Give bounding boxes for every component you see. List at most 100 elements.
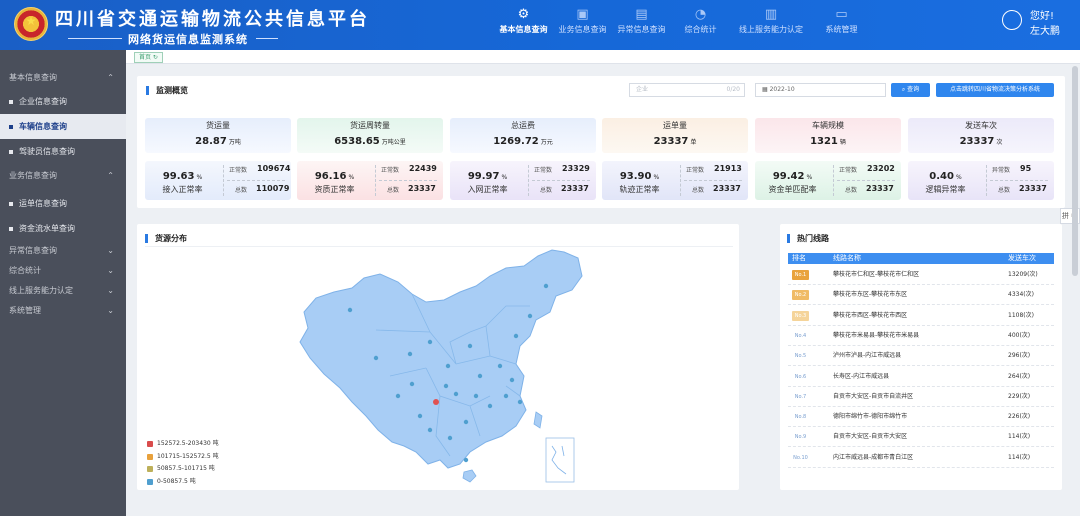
group-label: 线上服务能力认定 [9, 286, 73, 295]
nav-label: 异常信息查询 [617, 25, 666, 34]
sidebar-group-business[interactable]: 业务信息查询 ⌃ [0, 164, 126, 187]
province-marker[interactable] [543, 283, 549, 289]
province-marker[interactable] [409, 381, 415, 387]
sidebar-group-exception[interactable]: 异常信息查询 ⌄ [0, 241, 126, 261]
province-marker[interactable] [463, 457, 469, 463]
trip-count: 114(次) [1008, 453, 1031, 461]
sidebar-item-waybill[interactable]: 运单信息查询 [0, 191, 126, 216]
user-info[interactable]: 您好! 左大鹏 [1030, 9, 1060, 39]
divider [379, 180, 437, 181]
province-marker[interactable] [527, 313, 533, 319]
table-row[interactable]: No.6 长寿区-内江市威远县 264(次) [788, 367, 1054, 387]
group-label: 综合统计 [9, 266, 41, 275]
stat-label: 发送车次 [965, 121, 997, 130]
company-input[interactable]: 企业 0/20 [629, 83, 745, 97]
bullet-icon [9, 226, 13, 231]
table-row[interactable]: No.2 攀枝花市东区-攀枝花市东区 4334(次) [788, 285, 1054, 306]
table-row[interactable]: No.1 攀枝花市仁和区-攀枝花市仁和区 13209(次) [788, 265, 1054, 285]
rank-badge: No.6 [794, 373, 807, 380]
total-key: 总数 [387, 187, 400, 194]
nav-system-management[interactable]: ▭ 系统管理 [812, 6, 871, 35]
table-row[interactable]: No.9 自贡市大安区-自贡市大安区 114(次) [788, 427, 1054, 448]
exception-count-key: 异常数 [992, 167, 1011, 174]
nav-basic-info[interactable]: ⚙ 基本信息查询 [494, 6, 553, 35]
stat-number: 6538.65 [334, 136, 380, 147]
chevron-down-icon: ⌄ [107, 306, 114, 315]
pie-icon: ◔ [694, 7, 707, 22]
rate-label: 入网正常率 [467, 185, 508, 194]
table-row[interactable]: No.5 泸州市泸县-内江市威远县 296(次) [788, 346, 1054, 367]
query-label: 查询 [907, 86, 920, 93]
province-marker[interactable] [443, 383, 449, 389]
province-marker[interactable] [395, 393, 401, 399]
province-marker[interactable] [513, 333, 519, 339]
province-marker[interactable] [453, 391, 459, 397]
province-marker[interactable] [487, 403, 493, 409]
province-marker[interactable] [503, 393, 509, 399]
divider [833, 165, 834, 196]
normal-count-value: 109674 [257, 164, 291, 173]
rank-badge: No.3 [792, 310, 809, 321]
normal-count-key: 正常数 [381, 167, 400, 174]
nav-exception-info[interactable]: ▤ 异常信息查询 [612, 6, 671, 35]
sidebar-item-fund-flow[interactable]: 资金流水单查询 [0, 216, 126, 241]
sidebar-group-system[interactable]: 系统管理 ⌄ [0, 301, 126, 321]
province-marker[interactable] [447, 435, 453, 441]
province-marker[interactable] [497, 363, 503, 369]
province-marker[interactable] [373, 355, 379, 361]
tab-home[interactable]: 首页 ↻ [134, 52, 163, 63]
total-value: 23337 [1019, 184, 1047, 193]
user-avatar-icon[interactable] [1002, 10, 1022, 30]
province-marker[interactable] [427, 339, 433, 345]
nav-business-info[interactable]: ▣ 业务信息查询 [553, 6, 612, 35]
sidebar-group-statistics[interactable]: 综合统计 ⌄ [0, 261, 126, 281]
page-scrollbar[interactable] [1072, 66, 1078, 276]
sidebar-item-vehicle[interactable]: 车辆信息查询 [0, 114, 126, 139]
province-marker[interactable] [347, 307, 353, 313]
table-row[interactable]: No.7 自贡市大安区-自贡市自流井区 229(次) [788, 387, 1054, 407]
platform-title: 四川省交通运输物流公共信息平台 [55, 9, 370, 30]
stat-unit: 次 [996, 139, 1003, 146]
province-marker[interactable] [407, 351, 413, 357]
query-button[interactable]: ⌕ 查询 [891, 83, 930, 97]
route-name: 攀枝花市西区-攀枝花市西区 [833, 311, 908, 319]
china-map-shape[interactable] [299, 249, 583, 469]
province-marker[interactable] [445, 363, 451, 369]
normal-count-value: 21913 [714, 164, 742, 173]
nav-label: 业务信息查询 [558, 25, 607, 34]
rate-percent: 99.42% [755, 171, 830, 182]
rate-percent: 99.63% [145, 171, 220, 182]
table-row[interactable]: No.3 攀枝花市西区-攀枝花市西区 1108(次) [788, 306, 1054, 326]
date-picker[interactable]: ▦ 2022-10 [755, 83, 886, 97]
province-marker[interactable] [509, 377, 515, 383]
table-row[interactable]: No.4 攀枝花市米易县-攀枝花市米易县 400(次) [788, 326, 1054, 346]
chevron-up-icon: ⌃ [107, 171, 114, 180]
box-icon: ▣ [576, 7, 589, 22]
province-marker[interactable] [473, 393, 479, 399]
province-marker[interactable] [517, 399, 523, 405]
rate-label: 资金单匹配率 [768, 185, 817, 194]
trip-count: 1108(次) [1008, 311, 1034, 319]
province-marker[interactable] [467, 343, 473, 349]
sidebar-group-basic[interactable]: 基本信息查询 ⌃ [0, 66, 126, 89]
analysis-jump-button[interactable]: 点击跳转四川省物流决策分析系统 [936, 83, 1054, 97]
table-row[interactable]: No.10 内江市威远县-成都市青白江区 114(次) [788, 448, 1054, 468]
sidebar-item-driver[interactable]: 驾驶员信息查询 [0, 139, 126, 164]
route-name: 攀枝花市仁和区-攀枝花市仁和区 [833, 271, 920, 278]
china-map[interactable] [280, 246, 600, 490]
province-marker[interactable] [417, 413, 423, 419]
province-marker[interactable] [463, 419, 469, 425]
nav-service-capability[interactable]: ▥ 线上服务能力认定 [730, 6, 812, 35]
table-row[interactable]: No.8 德阳市绵竹市-德阳市绵竹市 226(次) [788, 407, 1054, 428]
sichuan-marker[interactable] [433, 399, 439, 405]
province-marker[interactable] [427, 427, 433, 433]
trip-count: 229(次) [1008, 392, 1031, 400]
exception-count-value: 95 [1020, 164, 1032, 173]
trip-count: 13209(次) [1008, 271, 1038, 278]
sidebar-group-service[interactable]: 线上服务能力认定 ⌄ [0, 281, 126, 301]
stat-unit: 万元 [540, 139, 553, 146]
province-marker[interactable] [477, 373, 483, 379]
sidebar-item-enterprise[interactable]: 企业信息查询 [0, 89, 126, 114]
building-icon: ▥ [764, 7, 778, 22]
nav-statistics[interactable]: ◔ 综合统计 [671, 6, 730, 35]
